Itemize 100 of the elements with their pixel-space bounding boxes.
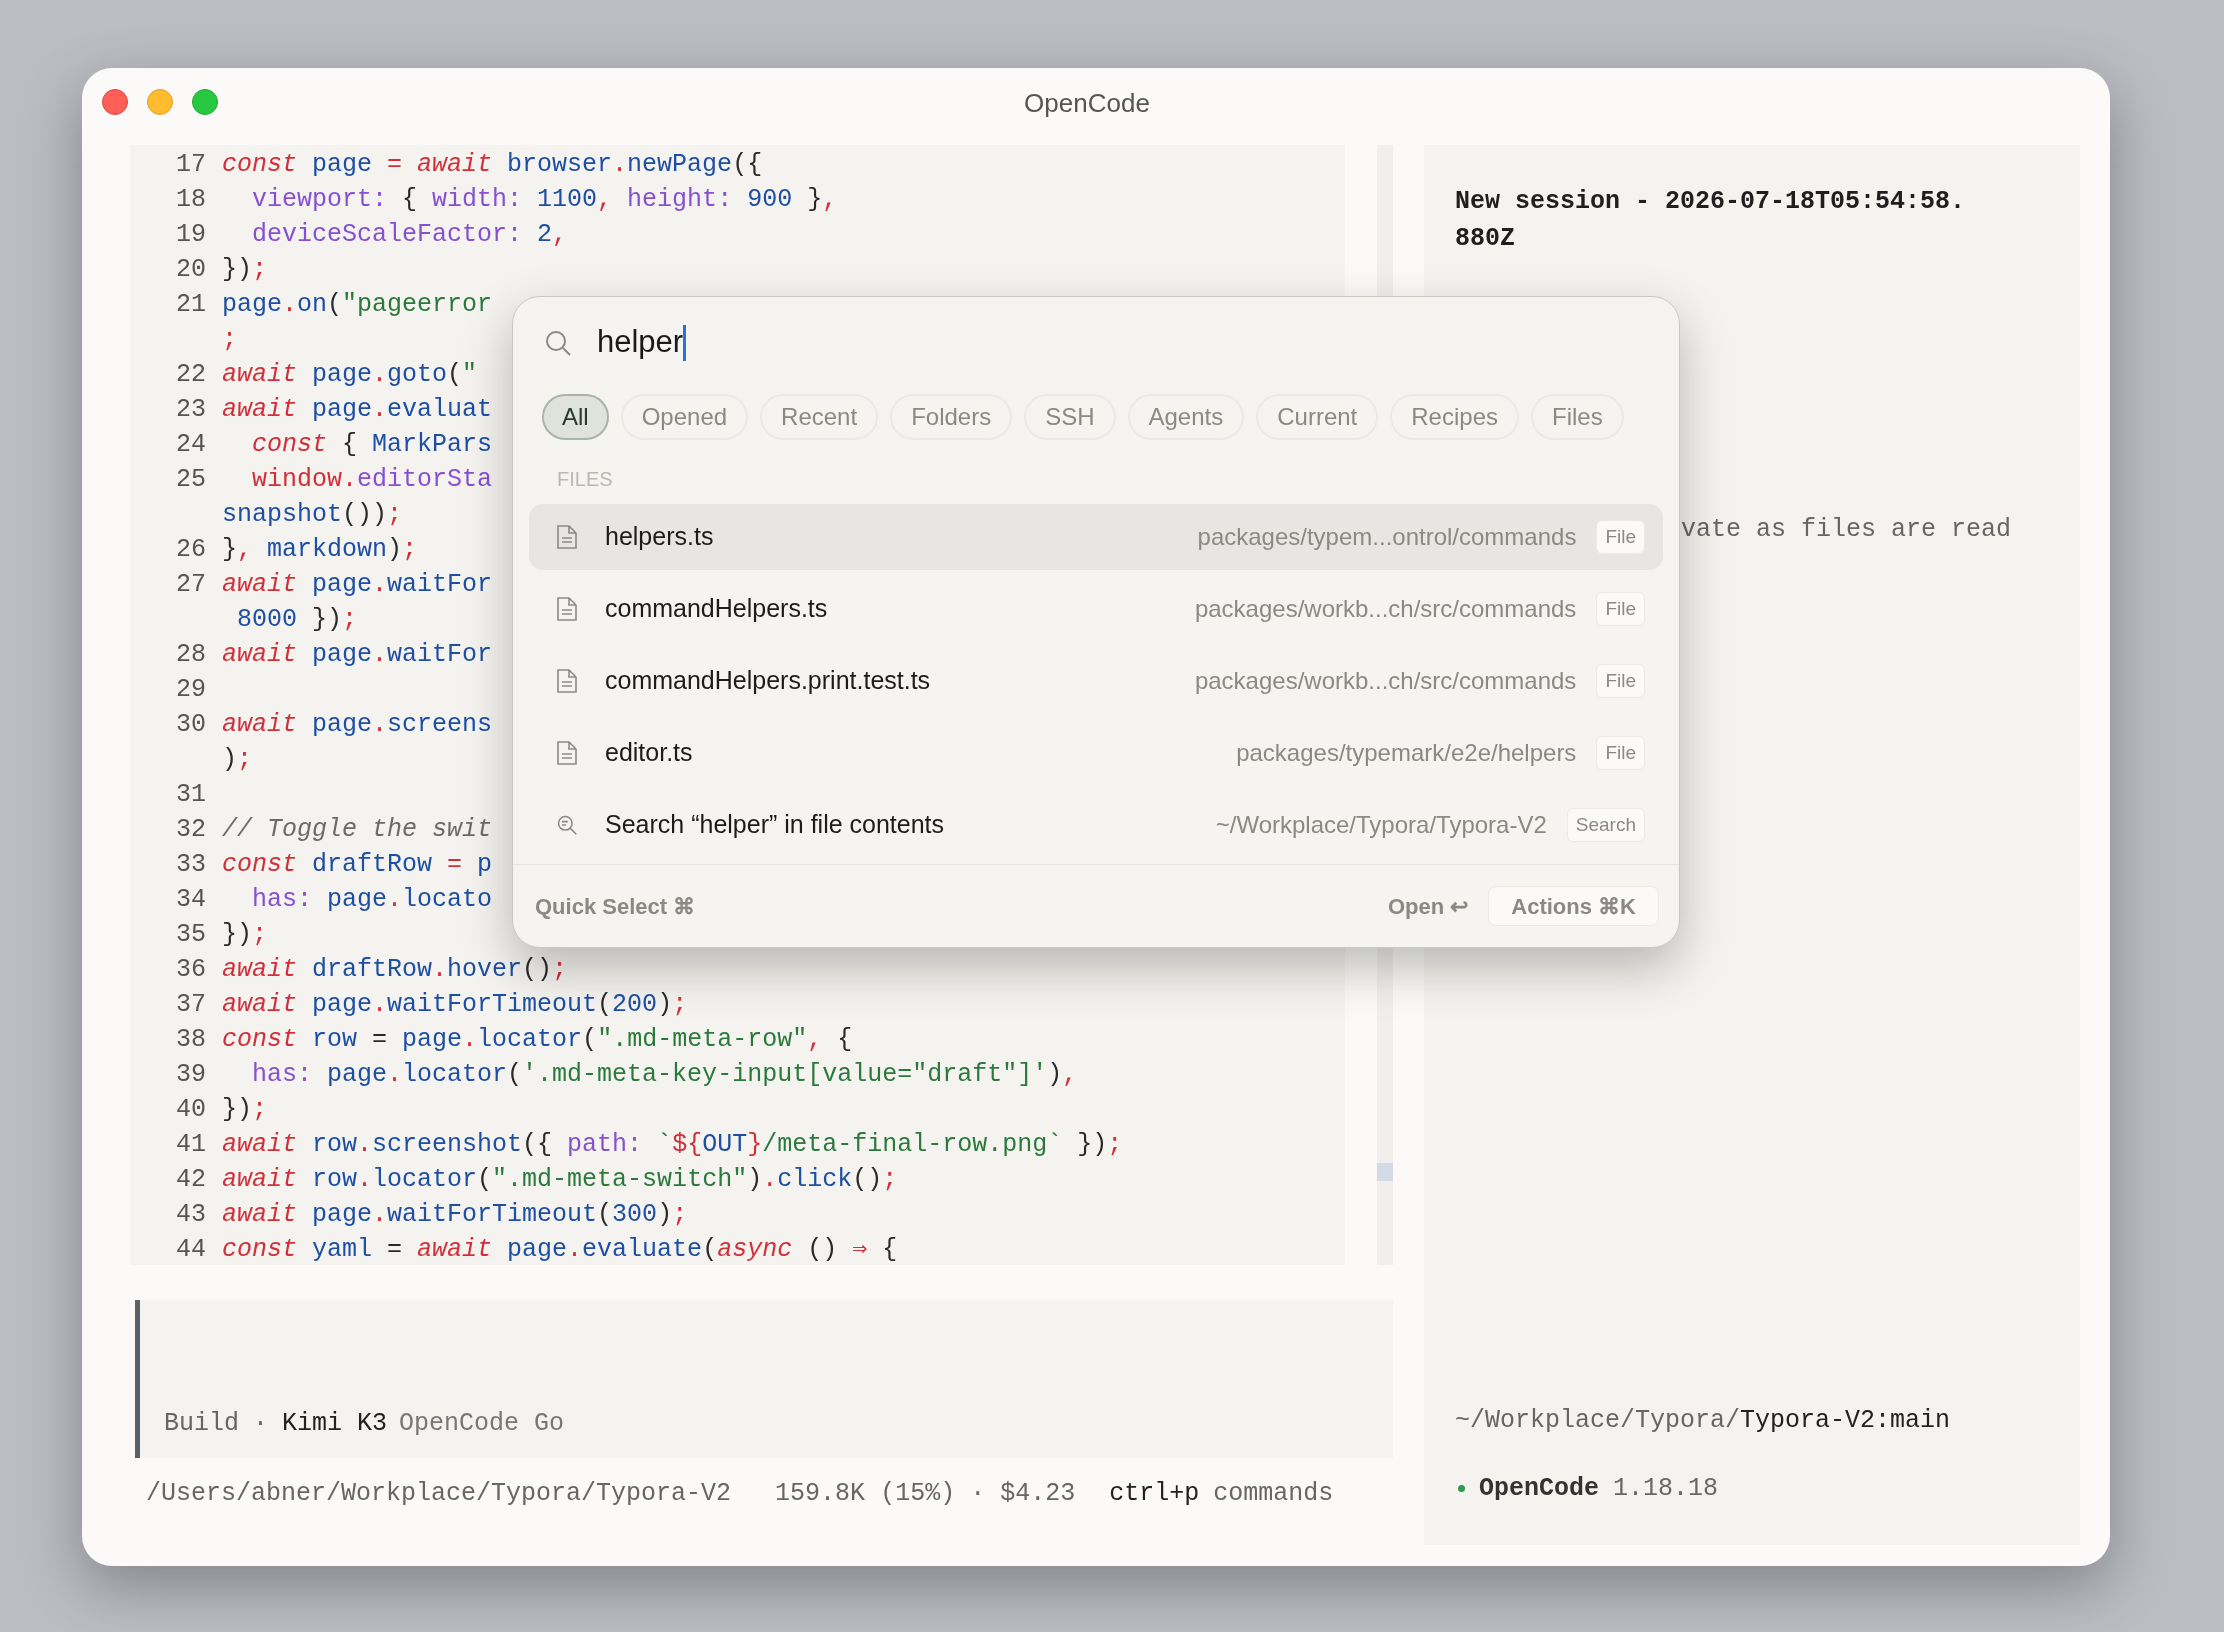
filter-chip[interactable]: SSH [1024,394,1116,441]
search-field[interactable]: helper [513,297,1679,377]
separator-text: · [253,1407,269,1440]
filter-chip[interactable]: Recent [760,394,879,441]
code-line: await page.waitForTimeout(300); [222,1198,688,1231]
result-type-tag: File [1596,591,1645,627]
code-line: await page.waitForTimeout(200); [222,988,688,1021]
actions-button[interactable]: Actions ⌘K [1488,886,1659,927]
result-path: packages/workb...ch/src/commands [1194,594,1577,625]
code-line: await row.screenshot({ path: `${OUT}/meta-final-row.png` }); [222,1128,1123,1161]
close-button[interactable] [102,89,128,115]
text-cursor [683,324,687,361]
line-number: 27 [175,568,207,601]
line-number: 17 [175,148,207,181]
code-line: 8000 }); [236,603,358,636]
code-line: const page = await browser.newPage({ [222,148,763,181]
document-icon [556,668,578,695]
filter-chip[interactable]: Folders [890,394,1013,441]
line-number: 28 [175,638,207,671]
quick-select-hint: Quick Select ⌘ [535,892,696,921]
result-name: Search “helper” in file contents [605,809,945,841]
code-line: await row.locator(".md-meta-switch").click(); [222,1163,898,1196]
result-path: packages/workb...ch/src/commands [1194,666,1577,697]
code-line: await draftRow.hover(); [222,953,568,986]
maximize-button[interactable] [192,89,218,115]
code-line: has: page.locator('.md-meta-key-input[value="draft"]'), [251,1058,1078,1091]
filter-chip[interactable]: Current [1256,394,1379,441]
line-number: 38 [175,1023,207,1056]
branch-text: Typora-V2:main [1740,1405,1951,1437]
result-name: commandHelpers.ts [605,593,828,625]
line-number: 32 [175,813,207,846]
document-icon [556,596,578,623]
line-number: 33 [175,848,207,881]
provider-name: OpenCode Go [399,1407,565,1440]
code-line: has: page.locato [251,883,493,916]
filter-chip[interactable]: Files [1531,394,1624,441]
line-number: 26 [175,533,207,566]
open-hint[interactable]: Open ↩ [1387,889,1469,923]
line-number: 41 [175,1128,207,1161]
line-number: 19 [175,218,207,251]
section-label: FILES [557,467,614,493]
scrollbar-thumb[interactable] [1377,1163,1393,1181]
result-row[interactable]: helpers.ts packages/typem...ontrol/commands File [529,504,1663,571]
code-line: await page.waitFor [222,638,493,671]
shortcut-label: commands [1213,1478,1334,1511]
result-path: ~/Workplace/Typora/Typora-V2 [1215,810,1547,841]
code-line: await page.screens [222,708,493,741]
result-type-tag: File [1596,735,1645,771]
line-number: 31 [175,778,207,811]
line-number: 36 [175,953,207,986]
line-number: 39 [175,1058,207,1091]
code-line: }); [222,918,268,951]
code-line: // Toggle the swit [222,813,493,846]
code-line: deviceScaleFactor: 2, [251,218,568,251]
code-line: await page.goto(" [222,358,478,391]
document-icon [556,740,578,767]
prompt-input[interactable]: Build · Kimi K3 OpenCode Go [135,1300,1393,1458]
result-path: packages/typemark/e2e/helpers [1236,738,1577,769]
result-name: helpers.ts [605,521,714,553]
filter-chip[interactable]: Agents [1127,394,1245,441]
minimize-button[interactable] [147,89,173,115]
code-line: const row = page.locator(".md-meta-row", { [222,1023,853,1056]
line-number: 21 [175,288,207,321]
session-note: vate as files are read [1681,514,2013,546]
shortcut-key: ctrl+p [1109,1475,1200,1513]
filter-chip[interactable]: All [542,394,609,441]
code-line: await page.waitFor [222,568,493,601]
session-title: New session - 2026-07-18T05:54:58.880Z [1455,186,1967,255]
line-number: 30 [175,708,207,741]
line-number: 23 [175,393,207,426]
code-line: const draftRow = p [222,848,493,881]
code-line: }, markdown); [222,533,418,566]
line-number: 42 [175,1163,207,1196]
line-number: 44 [175,1233,207,1265]
code-line: snapshot()); [222,498,403,531]
mode-label: Build [164,1407,239,1440]
line-number: 34 [175,883,207,916]
search-icon [544,328,572,357]
line-number: 22 [175,358,207,391]
result-type-tag: File [1596,663,1645,699]
version-text: 1.18.18 [1613,1472,1719,1505]
filter-chip[interactable]: Opened [620,394,749,441]
line-number: 24 [175,428,207,461]
result-name: commandHelpers.print.test.ts [605,665,931,697]
app-name: OpenCode [1479,1472,1600,1505]
line-number: 29 [175,673,207,706]
code-line: }); [222,253,268,286]
line-number: 18 [175,183,207,216]
code-line: ; [222,323,237,356]
document-icon [556,524,578,551]
filter-chip[interactable]: Recipes [1390,394,1519,441]
code-line: const { MarkPars [251,428,493,461]
code-line: await page.evaluat [222,393,493,426]
result-type-tag: Search [1566,807,1645,843]
window-title: OpenCode [1024,87,1150,120]
usage-text: 159.8K (15%) · $4.23 [775,1478,1076,1511]
code-line: }); [222,1093,268,1126]
code-line: viewport: { width: 1100, height: 900 }, [251,183,838,216]
line-number: 40 [175,1093,207,1126]
model-name: Kimi K3 [282,1407,388,1440]
